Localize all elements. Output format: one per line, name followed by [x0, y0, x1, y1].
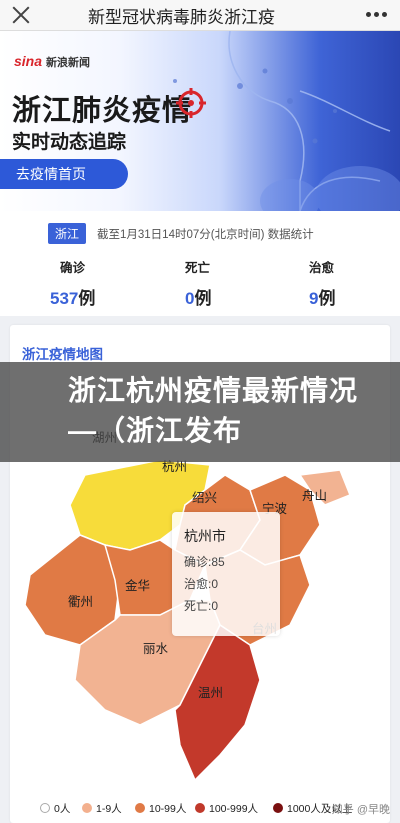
tooltip-dead: 死亡:0 — [184, 599, 219, 613]
legend-item: 0人 — [40, 801, 70, 816]
page-title: 新型冠状病毒肺炎浙江疫 — [88, 8, 275, 27]
stat-label: 治愈 — [309, 261, 335, 275]
watermark: 知乎 @早晚 — [331, 804, 390, 816]
city-label-wenzhou: 温州 — [198, 686, 224, 700]
headline-text: 浙江杭州疫情最新情况—（浙江发布 — [68, 375, 359, 446]
stat-cured: 治愈 9例 — [309, 257, 335, 309]
close-icon[interactable] — [10, 4, 32, 26]
stat-label: 确诊 — [60, 261, 86, 275]
stat-label: 死亡 — [185, 261, 211, 275]
city-label-quzhou: 衢州 — [68, 595, 94, 609]
stats-panel: 浙江 截至1月31日14时07分(北京时间) 数据统计 确诊 537例 死亡 0… — [0, 211, 400, 316]
banner-subtitle: 实时动态追踪 — [12, 132, 127, 153]
cutoff-time: 截至1月31日14时07分(北京时间) 数据统计 — [97, 229, 314, 241]
banner-title: 浙江肺炎疫情 — [12, 95, 193, 127]
tooltip-title: 杭州市 — [184, 528, 226, 544]
target-icon — [176, 88, 206, 118]
epidemic-home-button[interactable]: 去疫情首页 — [0, 159, 128, 189]
stat-confirmed: 确诊 537例 — [50, 257, 95, 309]
stat-value: 9例 — [309, 289, 336, 308]
city-label-zhoushan: 舟山 — [302, 489, 328, 503]
stat-dead: 死亡 0例 — [185, 257, 211, 309]
tooltip-cured: 治愈:0 — [184, 577, 219, 591]
city-tooltip: 杭州市 确诊:85 治愈:0 死亡:0 — [172, 512, 280, 636]
top-nav-bar: 新型冠状病毒肺炎浙江疫 — [0, 0, 400, 31]
more-dots-icon[interactable] — [366, 12, 388, 17]
headline-overlay: 浙江杭州疫情最新情况—（浙江发布 — [0, 362, 400, 462]
legend-item: 10-99人 — [135, 801, 186, 816]
stat-value: 537例 — [50, 289, 96, 308]
province-tag[interactable]: 浙江 — [48, 223, 87, 244]
stat-value: 0例 — [185, 289, 212, 308]
city-label-lishui: 丽水 — [143, 642, 169, 656]
sina-logo: sina 新浪新闻 — [14, 53, 91, 69]
legend-item: 1-9人 — [82, 801, 122, 816]
city-label-jinhua: 金华 — [125, 579, 151, 593]
epidemic-banner: sina 新浪新闻 浙江肺炎疫情 实时动态追踪 去疫情首页 — [0, 31, 400, 211]
city-label-shaoxing: 绍兴 — [192, 491, 218, 505]
tooltip-confirmed: 确诊:85 — [184, 555, 225, 569]
legend-item: 100-999人 — [195, 801, 258, 816]
